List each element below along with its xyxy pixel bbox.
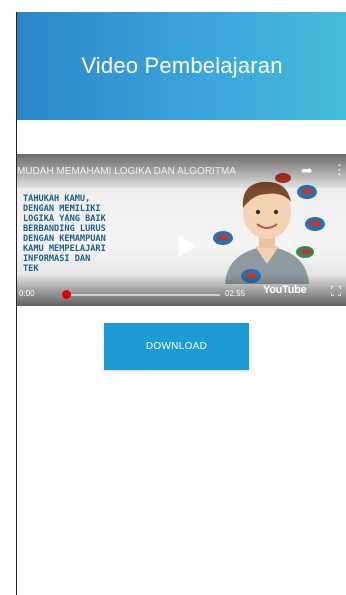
- slide-line: DENGAN MEMILIKI: [23, 204, 101, 214]
- share-icon[interactable]: ➦: [301, 162, 313, 178]
- download-button[interactable]: DOWNLOAD: [104, 323, 249, 370]
- slide-line: LOGIKA YANG BAIK: [23, 214, 106, 224]
- video-slide-text: TAHUKAH KAMU, DENGAN MEMILIKI LOGIKA YAN…: [23, 194, 193, 274]
- slide-line: TAHUKAH KAMU,: [23, 194, 91, 204]
- slide-line: INFORMASI DAN: [23, 254, 91, 264]
- video-title[interactable]: MUDAH MEMAHAMI LOGIKA DAN ALGORITMA: [17, 166, 292, 177]
- progress-handle[interactable]: [62, 290, 71, 299]
- slide-line: BERBANDING LURUS: [23, 224, 106, 234]
- fullscreen-icon[interactable]: [331, 286, 341, 296]
- app-screen: Video Pembelajaran TAHUKAH KAMU, DENGAN …: [16, 12, 346, 595]
- total-time: 02.55: [225, 289, 246, 298]
- youtube-logo[interactable]: YouTube: [263, 284, 307, 296]
- progress-bar[interactable]: [65, 294, 220, 296]
- slide-line: KAMU MEMPELAJARI: [23, 244, 106, 254]
- page-title: Video Pembelajaran: [81, 53, 283, 78]
- current-time: 0:00: [19, 289, 35, 298]
- app-header: Video Pembelajaran: [17, 12, 346, 120]
- video-character-illustration: [213, 173, 325, 284]
- slide-line: DENGAN KEMAMPUAN: [23, 234, 106, 244]
- video-controls: 0:00 02.55 YouTube: [17, 274, 346, 306]
- slide-line: TEK: [23, 264, 39, 274]
- video-player[interactable]: TAHUKAH KAMU, DENGAN MEMILIKI LOGIKA YAN…: [17, 154, 346, 306]
- play-icon[interactable]: [172, 232, 200, 260]
- more-options-icon[interactable]: ⋮: [333, 162, 346, 178]
